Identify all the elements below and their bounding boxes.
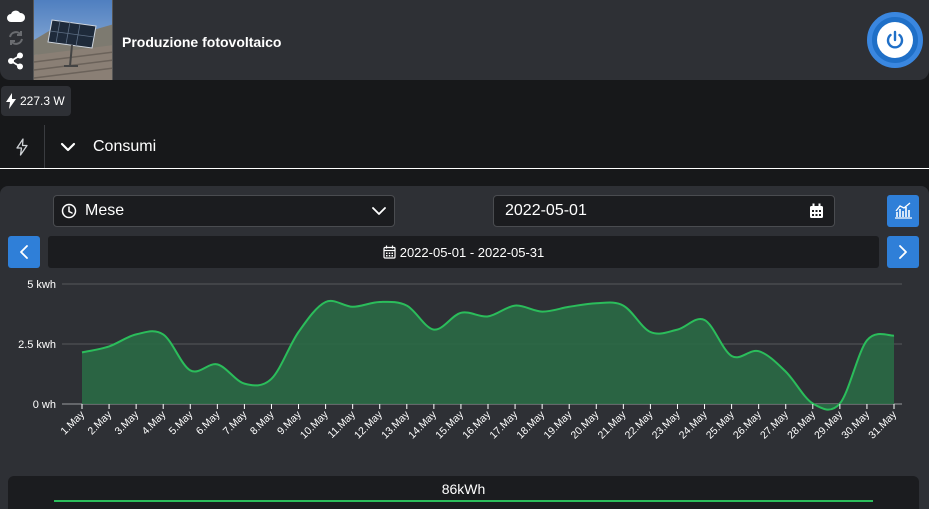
chevron-down-icon[interactable] (60, 140, 76, 154)
x-tick-label-21: 21.May (596, 408, 629, 441)
x-tick-label-25: 25.May (704, 408, 737, 441)
section-title[interactable]: Consumi (93, 138, 156, 156)
x-tick-label-30: 30.May (839, 408, 872, 441)
section-divider (44, 125, 45, 168)
chevron-down-icon (372, 207, 386, 215)
share-icon[interactable] (6, 52, 26, 70)
x-tick-label-26: 26.May (731, 408, 764, 441)
x-tick-label-10: 10.May (298, 408, 331, 441)
y-tick-label-1: 2.5 kwh (18, 339, 56, 351)
x-tick-label-6: 6.May (194, 408, 223, 437)
energy-chart: 0 wh 2.5 kwh 5 kwh 1.May2.May3.May4.May5.Ma… (18, 279, 902, 441)
date-input-value: 2022-05-01 (505, 202, 587, 219)
total-progress-line (54, 500, 873, 502)
x-tick-label-8: 8.May (248, 408, 277, 437)
calendar-icon[interactable] (809, 203, 824, 219)
date-range-bar: 2022-05-01 - 2022-05-31 (48, 236, 879, 268)
x-tick-label-23: 23.May (650, 408, 683, 441)
x-tick-label-15: 15.May (433, 408, 466, 441)
x-tick-label-14: 14.May (406, 408, 439, 441)
power-icon (886, 30, 904, 49)
sync-icon[interactable] (6, 29, 26, 47)
x-tick-label-3: 3.May (113, 408, 142, 437)
total-summary: 86kWh (8, 476, 919, 509)
x-tick-label-12: 12.May (352, 408, 385, 441)
bolt-icon (6, 93, 16, 109)
x-tick-label-7: 7.May (221, 408, 250, 437)
calendar-icon (383, 245, 396, 259)
chevron-left-icon (20, 245, 28, 259)
x-tick-label-27: 27.May (758, 408, 791, 441)
x-tick-label-17: 17.May (487, 408, 520, 441)
x-tick-label-2: 2.May (85, 408, 114, 437)
bolt-outline-icon[interactable] (15, 138, 29, 156)
total-energy-value: 86kWh (441, 481, 486, 497)
x-tick-label-13: 13.May (379, 408, 412, 441)
chart-type-button[interactable] (887, 195, 919, 227)
x-tick-label-20: 20.May (569, 408, 602, 441)
previous-period-button[interactable] (8, 236, 40, 268)
x-tick-label-16: 16.May (460, 408, 493, 441)
power-button[interactable] (867, 12, 923, 68)
x-tick-label-18: 18.May (514, 408, 547, 441)
live-power-badge: 227.3 W (1, 86, 71, 116)
x-tick-label-19: 19.May (541, 408, 574, 441)
x-tick-label-22: 22.May (623, 408, 656, 441)
y-tick-label-0: 0 wh (33, 399, 56, 411)
x-tick-label-28: 28.May (785, 408, 818, 441)
cloud-icon[interactable] (6, 8, 26, 26)
clock-icon (61, 203, 77, 219)
x-tick-label-29: 29.May (812, 408, 845, 441)
x-tick-label-5: 5.May (167, 408, 196, 437)
x-tick-label-4: 4.May (140, 408, 169, 437)
x-tick-label-1: 1.May (58, 408, 87, 437)
x-tick-label-31: 31.May (866, 408, 899, 441)
next-period-button[interactable] (887, 236, 919, 268)
y-tick-label-2: 5 kwh (27, 279, 56, 291)
x-tick-label-11: 11.May (326, 408, 359, 441)
period-select-value: Mese (85, 202, 125, 219)
chart-icon (895, 202, 912, 219)
chevron-right-icon (899, 245, 907, 259)
device-header: Produzione fotovoltaico (0, 0, 929, 80)
x-tick-label-24: 24.May (677, 408, 710, 441)
device-thumbnail (33, 0, 113, 80)
live-power-value: 227.3 W (20, 94, 65, 108)
device-name: Produzione fotovoltaico (122, 34, 282, 50)
date-range-text: 2022-05-01 - 2022-05-31 (399, 244, 545, 260)
